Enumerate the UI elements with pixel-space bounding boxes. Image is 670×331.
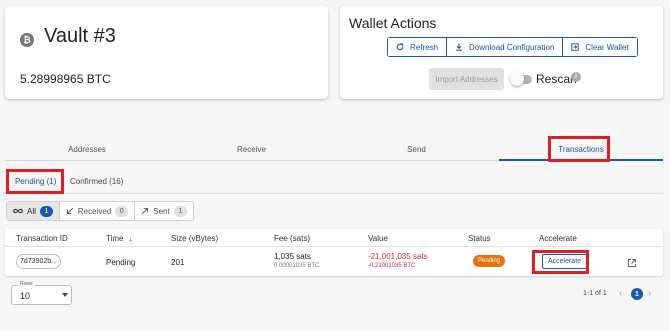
tab-send[interactable]: Send: [334, 139, 499, 160]
clear-wallet-button[interactable]: Clear Wallet: [563, 38, 637, 56]
page-button-current[interactable]: 1: [631, 288, 643, 300]
download-configuration-label: Download Configuration: [469, 42, 555, 52]
transactions-table: Transaction ID Time ↓ Size (vBytes) Fee …: [5, 229, 663, 276]
rows-label: Rows: [18, 281, 35, 287]
rescan-toggle[interactable]: [510, 72, 532, 86]
filter-received-label: Received: [77, 206, 112, 216]
download-icon: [456, 43, 462, 51]
pagination-range: 1-1 of 1: [583, 290, 607, 297]
refresh-button[interactable]: Refresh: [388, 38, 448, 56]
row-fee-sats: 1,035 sats: [274, 252, 311, 261]
info-icon[interactable]: i: [571, 72, 581, 82]
external-link-icon[interactable]: [627, 255, 637, 273]
bitcoin-icon: ₿: [20, 33, 34, 47]
refresh-icon: [396, 43, 404, 51]
main-tabs: Addresses Receive Send Transactions: [5, 139, 663, 161]
header-value[interactable]: Value: [368, 234, 388, 243]
infinity-icon: [13, 208, 23, 214]
sub-tabs: Pending (1) Confirmed (16): [5, 168, 663, 194]
header-size[interactable]: Size (vBytes): [171, 234, 218, 243]
wallet-actions-button-group: Refresh Download Configuration Clear Wal…: [387, 37, 638, 57]
tab-addresses[interactable]: Addresses: [5, 139, 169, 160]
caret-down-icon: [62, 293, 68, 297]
accelerate-button[interactable]: Accelerate: [542, 254, 587, 269]
table-header-divider: [5, 246, 663, 247]
transaction-filter-group: All 1 Received 0 Sent 1: [6, 201, 194, 221]
rescan-toggle-knob: [510, 72, 524, 86]
filter-sent[interactable]: Sent 1: [135, 202, 192, 220]
tab-confirmed[interactable]: Confirmed (16): [70, 168, 123, 194]
tab-pending[interactable]: Pending (1): [15, 168, 56, 194]
header-accelerate: Accelerate: [539, 234, 577, 243]
filter-received[interactable]: Received 0: [60, 202, 136, 220]
import-addresses-button[interactable]: Import Addresses: [429, 68, 504, 90]
sort-arrow-down-icon: ↓: [128, 234, 133, 243]
row-fee-btc: 0.00001035 BTC: [274, 263, 320, 269]
vault-title: Vault #3: [44, 25, 116, 47]
header-transaction-id[interactable]: Transaction ID: [16, 234, 68, 243]
header-time[interactable]: Time ↓: [106, 234, 133, 243]
rows-value: 10: [20, 291, 31, 301]
arrow-up-right-icon: [142, 207, 149, 215]
exit-icon: [571, 43, 580, 51]
vault-card: ₿ Vault #3 5.28998965 BTC: [5, 6, 328, 99]
wallet-actions-card: Wallet Actions Refresh Download Configur…: [340, 6, 663, 99]
row-size: 201: [171, 258, 185, 267]
filter-all[interactable]: All 1: [7, 202, 60, 220]
rows-per-page-select[interactable]: Rows 10: [11, 281, 72, 305]
tab-receive[interactable]: Receive: [169, 139, 334, 160]
vault-balance: 5.28998965 BTC: [20, 72, 111, 86]
download-configuration-button[interactable]: Download Configuration: [447, 38, 564, 56]
status-badge: Pending: [473, 255, 505, 267]
tab-transactions[interactable]: Transactions: [499, 139, 663, 161]
row-value-btc: -0.21001035 BTC: [368, 263, 416, 269]
transaction-id-chip[interactable]: 7d73902b...: [16, 254, 61, 269]
filter-received-count: 0: [115, 205, 129, 217]
previous-page-icon[interactable]: ‹: [619, 288, 622, 299]
clear-wallet-label: Clear Wallet: [585, 42, 629, 52]
header-status[interactable]: Status: [468, 234, 491, 243]
header-time-label: Time: [106, 234, 124, 243]
filter-all-count: 1: [39, 205, 53, 217]
header-fee[interactable]: Fee (sats): [274, 234, 310, 243]
wallet-actions-title: Wallet Actions: [349, 15, 437, 31]
refresh-label: Refresh: [410, 42, 439, 52]
next-page-icon[interactable]: ›: [648, 288, 651, 299]
filter-sent-label: Sent: [153, 206, 170, 216]
arrow-down-left-icon: [66, 207, 74, 215]
row-value-sats: -21,001,035 sats: [368, 252, 428, 261]
filter-sent-count: 1: [173, 205, 187, 217]
row-time: Pending: [106, 258, 136, 267]
filter-all-label: All: [27, 206, 36, 216]
